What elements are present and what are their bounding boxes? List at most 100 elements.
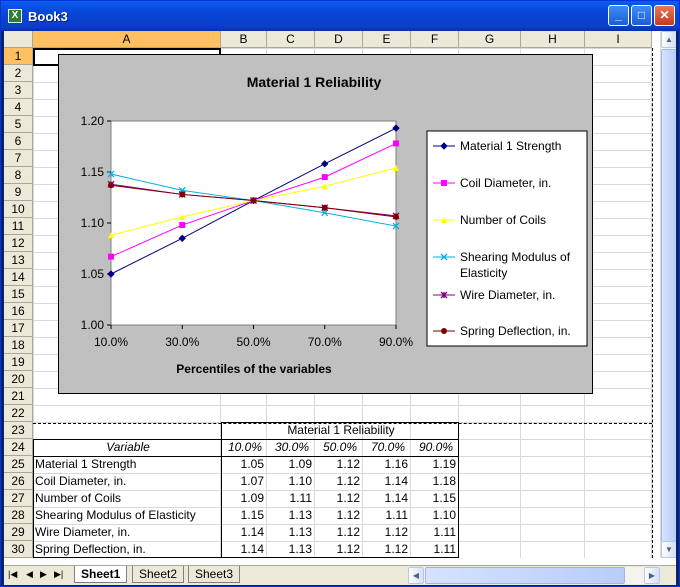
excel-app-icon[interactable]: X — [8, 9, 22, 23]
x-axis-label: Percentiles of the variables — [176, 362, 332, 376]
row-header-4[interactable]: 4 — [4, 99, 33, 116]
table-row-label: Spring Deflection, in. — [35, 542, 146, 556]
table-cell-value: 1.14 — [240, 542, 264, 556]
column-header-c[interactable]: C — [267, 31, 315, 48]
title-bar[interactable]: X Book3 _ □ ✕ — [1, 1, 679, 31]
column-header-g[interactable]: G — [459, 31, 521, 48]
row-header-13[interactable]: 13 — [4, 252, 33, 269]
column-header-a[interactable]: A — [33, 31, 221, 48]
column-header-b[interactable]: B — [221, 31, 267, 48]
vertical-scroll-thumb[interactable] — [661, 49, 676, 542]
column-header-f[interactable]: F — [411, 31, 459, 48]
select-all-corner[interactable] — [4, 31, 33, 48]
maximize-button[interactable]: □ — [631, 5, 652, 26]
table-cell-value: 1.15 — [240, 508, 264, 522]
row-header-19[interactable]: 19 — [4, 354, 33, 371]
window-title: Book3 — [28, 8, 68, 24]
prev-sheet-icon[interactable]: ◀ — [26, 569, 33, 580]
last-sheet-icon[interactable]: ▶| — [54, 569, 63, 580]
table-header-pct: 90.0% — [418, 440, 454, 454]
chart-title: Material 1 Reliability — [247, 74, 382, 90]
table-row-label: Shearing Modulus of Elasticity — [35, 508, 196, 522]
vertical-scrollbar[interactable]: ▲ ▼ — [660, 31, 676, 558]
table-row-label: Wire Diameter, in. — [35, 525, 131, 539]
row-header-30[interactable]: 30 — [4, 541, 33, 558]
table-cell-value: 1.07 — [240, 474, 264, 488]
data-point — [108, 182, 114, 189]
legend-label: Material 1 Strength — [460, 139, 561, 153]
page-break-vertical — [652, 48, 653, 558]
table-cell-value: 1.12 — [384, 542, 408, 556]
sheet-tab-3[interactable]: Sheet3 — [188, 566, 241, 583]
column-header-h[interactable]: H — [521, 31, 585, 48]
row-header-6[interactable]: 6 — [4, 133, 33, 150]
row-header-14[interactable]: 14 — [4, 269, 33, 286]
row-header-7[interactable]: 7 — [4, 150, 33, 167]
first-sheet-icon[interactable]: |◀ — [8, 569, 17, 580]
row-header-2[interactable]: 2 — [4, 65, 33, 82]
column-header-i[interactable]: I — [585, 31, 652, 48]
row-header-24[interactable]: 24 — [4, 439, 33, 456]
row-header-11[interactable]: 11 — [4, 218, 33, 235]
row-header-18[interactable]: 18 — [4, 337, 33, 354]
table-cell-value: 1.12 — [336, 508, 360, 522]
row-header-16[interactable]: 16 — [4, 303, 33, 320]
table-cell-value: 1.11 — [385, 508, 408, 522]
row-header-8[interactable]: 8 — [4, 167, 33, 184]
horizontal-scroll-thumb[interactable] — [425, 567, 625, 584]
data-point — [393, 213, 399, 220]
y-tick-label: 1.10 — [81, 216, 105, 230]
row-header-27[interactable]: 27 — [4, 490, 33, 507]
table-cell-value: 1.14 — [384, 474, 408, 488]
table-cell-value: 1.15 — [432, 491, 456, 505]
row-header-20[interactable]: 20 — [4, 371, 33, 388]
close-button[interactable]: ✕ — [654, 5, 675, 26]
legend-label: Number of Coils — [460, 213, 546, 227]
scroll-right-icon[interactable]: ▶ — [644, 567, 660, 584]
excel-window: X Book3 _ □ ✕ ABCDEFGHI 1 2 3 4 5 6 7 8 9 10 11 12 1… — [0, 0, 680, 587]
plot-area — [110, 120, 397, 326]
x-tick-label: 10.0% — [94, 335, 128, 349]
table-cell-value: 1.12 — [336, 525, 360, 539]
row-header-22[interactable]: 22 — [4, 405, 33, 422]
column-header-e[interactable]: E — [363, 31, 411, 48]
scroll-up-icon[interactable]: ▲ — [661, 31, 676, 48]
legend-marker — [441, 328, 447, 334]
row-header-15[interactable]: 15 — [4, 286, 33, 303]
column-header-d[interactable]: D — [315, 31, 363, 48]
row-header-28[interactable]: 28 — [4, 507, 33, 524]
row-header-23[interactable]: 23 — [4, 422, 33, 439]
horizontal-scrollbar[interactable]: ◀ ▶ — [408, 567, 660, 584]
next-sheet-icon[interactable]: ▶ — [40, 569, 47, 580]
table-row-label: Coil Diameter, in. — [35, 474, 127, 488]
table-header-pct: 50.0% — [322, 440, 358, 454]
x-tick-label: 50.0% — [236, 335, 270, 349]
row-header-3[interactable]: 3 — [4, 82, 33, 99]
minimize-button[interactable]: _ — [608, 5, 629, 26]
row-header-12[interactable]: 12 — [4, 235, 33, 252]
table-cell-value: 1.12 — [336, 457, 360, 471]
row-header-1[interactable]: 1 — [4, 48, 33, 65]
sheet-tab-2[interactable]: Sheet2 — [132, 566, 185, 583]
row-header-17[interactable]: 17 — [4, 320, 33, 337]
row-header-10[interactable]: 10 — [4, 201, 33, 218]
x-tick-label: 90.0% — [379, 335, 413, 349]
sheet-tab-1[interactable]: Sheet1 — [74, 566, 128, 583]
table-cell-value: 1.13 — [288, 525, 312, 539]
row-header-5[interactable]: 5 — [4, 116, 33, 133]
x-tick-label: 30.0% — [165, 335, 199, 349]
legend-box — [426, 130, 588, 347]
row-header-26[interactable]: 26 — [4, 473, 33, 490]
table-border-top — [221, 422, 459, 423]
scroll-down-icon[interactable]: ▼ — [661, 541, 676, 558]
row-header-29[interactable]: 29 — [4, 524, 33, 541]
table-cell-value: 1.11 — [433, 525, 456, 539]
scroll-left-icon[interactable]: ◀ — [408, 567, 424, 584]
table-header-pct: 10.0% — [227, 440, 263, 454]
table-cell-value: 1.09 — [288, 457, 312, 471]
row-header-9[interactable]: 9 — [4, 184, 33, 201]
line-chart[interactable]: Material 1 Reliability 1.00 1.05 1.10 1.15 1.… — [58, 54, 593, 394]
workbook-client: ABCDEFGHI 1 2 3 4 5 6 7 8 9 10 11 12 13 14 15 16 17 18 19 2… — [4, 31, 676, 585]
row-header-25[interactable]: 25 — [4, 456, 33, 473]
row-header-21[interactable]: 21 — [4, 388, 33, 405]
